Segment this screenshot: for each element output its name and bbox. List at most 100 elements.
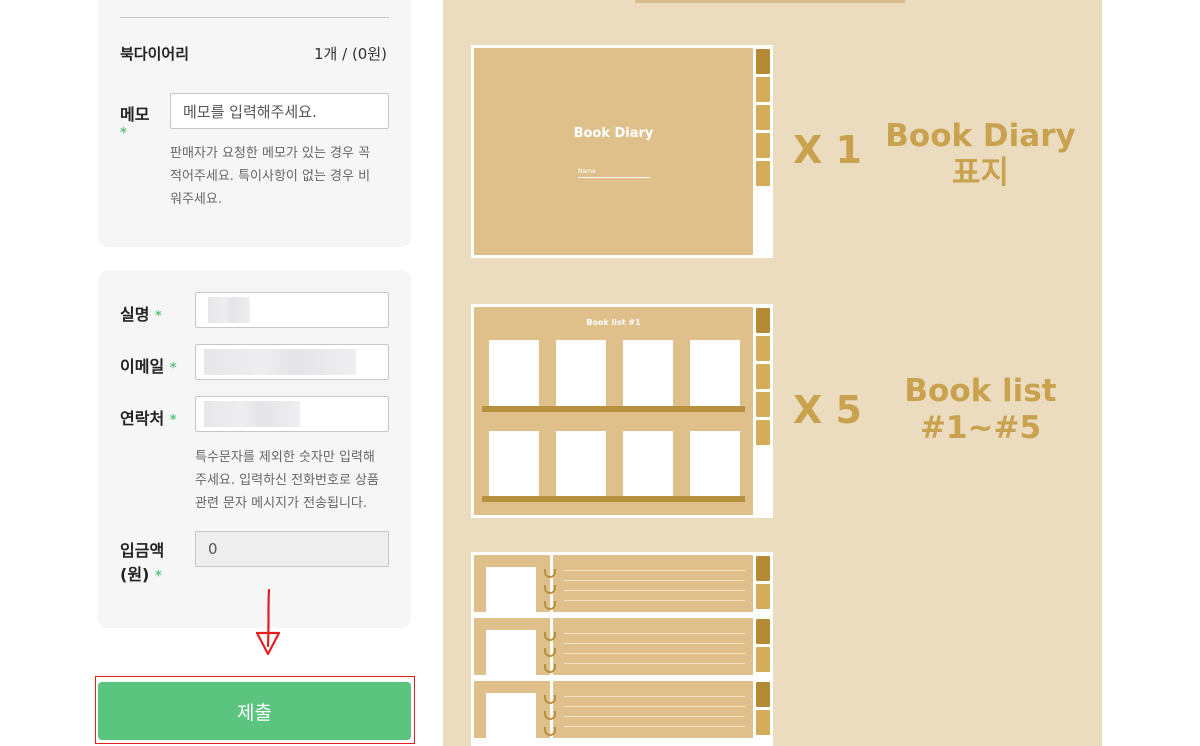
divider	[120, 17, 389, 18]
diary-row	[474, 618, 753, 675]
phone-help-line: 주세요. 입력하신 전화번호로 상품	[195, 473, 379, 488]
book-slot	[489, 340, 539, 406]
diary-line	[564, 663, 745, 664]
diary-photo-slot	[486, 693, 536, 738]
product-quantity: 1개 / (0원)	[314, 45, 387, 63]
email-required-mark: *	[169, 361, 177, 376]
cover-name-label: Name	[578, 168, 596, 175]
name-input[interactable]	[195, 292, 389, 328]
memo-input[interactable]: 메모를 입력해주세요.	[170, 93, 389, 129]
phone-input[interactable]	[195, 396, 389, 432]
diary-line	[564, 580, 745, 581]
redacted-value	[204, 401, 300, 427]
product-preview-image: Book Diary Name X 1 Book Diary 표지 Book l…	[443, 0, 1102, 746]
index-tab	[756, 49, 770, 74]
diary-photo-slot	[486, 630, 536, 675]
memo-help-line: 적어주세요. 특이사항이 없는 경우 비	[170, 169, 371, 184]
book-list-page-body: Book list #1	[474, 307, 753, 515]
book-slot	[623, 431, 673, 497]
cover-caption-line: 표지	[951, 155, 1010, 191]
index-tab	[756, 710, 770, 735]
memo-help-text: 판매자가 요청한 메모가 있는 경우 꼭 적어주세요. 특이사항이 없는 경우 …	[170, 142, 395, 211]
email-label: 이메일 *	[120, 353, 177, 377]
redacted-value	[204, 349, 356, 375]
book-slot	[556, 431, 606, 497]
diary-line	[564, 600, 745, 601]
product-name: 북다이어리	[120, 45, 190, 63]
binder-ring	[544, 727, 556, 736]
list-caption-line: Book list	[904, 373, 1057, 409]
index-tab	[756, 420, 770, 445]
memo-help-line: 워주세요.	[170, 192, 222, 207]
index-tab	[756, 308, 770, 333]
index-tab	[756, 556, 770, 581]
diary-pages-thumbnail	[471, 552, 773, 746]
index-tab	[756, 133, 770, 158]
binder-ring	[544, 648, 556, 657]
deposit-label: 입금액 (원) *	[120, 539, 164, 589]
top-strip	[635, 0, 905, 3]
order-summary-card: 북다이어리 1개 / (0원) 메모 * 메모를 입력해주세요. 판매자가 요청…	[98, 0, 411, 247]
index-tab	[756, 647, 770, 672]
memo-help-line: 판매자가 요청한 메모가 있는 경우 꼭	[170, 146, 371, 161]
phone-label: 연락처 *	[120, 405, 177, 429]
book-slot	[556, 340, 606, 406]
cover-name-line	[578, 177, 650, 178]
diary-photo-slot	[486, 567, 536, 612]
book-list-title: Book list #1	[586, 318, 641, 327]
contact-card: 실명 * 이메일 * 연락처 * 특수문자를 제외한 숫자만 입력해 주세요. …	[98, 270, 411, 628]
name-required-mark: *	[155, 309, 162, 324]
diary-line	[564, 706, 745, 707]
phone-help-line: 관련 문자 메시지가 전송됩니다.	[195, 496, 368, 511]
phone-label-text: 연락처	[120, 409, 165, 428]
phone-help-line: 특수문자를 제외한 숫자만 입력해	[195, 450, 375, 465]
diary-line	[564, 653, 745, 654]
email-input[interactable]	[195, 344, 389, 380]
diary-row	[474, 555, 753, 612]
index-tab	[756, 584, 770, 609]
red-down-arrow-icon	[255, 588, 281, 656]
deposit-amount-input: 0	[195, 531, 389, 567]
book-slot	[690, 340, 740, 406]
diary-line	[564, 590, 745, 591]
index-tab	[756, 77, 770, 102]
cover-title: Book Diary	[573, 126, 654, 141]
cover-caption-line: Book Diary	[885, 118, 1076, 154]
diary-line	[564, 633, 745, 634]
email-label-text: 이메일	[120, 357, 165, 376]
name-label-text: 실명	[120, 305, 150, 324]
book-list-page-thumbnail: Book list #1	[471, 304, 773, 518]
diary-line	[564, 570, 745, 571]
book-slot	[690, 431, 740, 497]
memo-label-text: 메모	[120, 105, 150, 124]
diary-line	[564, 726, 745, 727]
binder-ring	[544, 695, 556, 704]
binder-ring	[544, 601, 556, 610]
cover-page-body: Book Diary Name	[474, 48, 753, 255]
cover-multiplier: X 1	[793, 128, 862, 172]
diary-line	[564, 696, 745, 697]
index-tab	[756, 336, 770, 361]
list-caption-line: #1~#5	[919, 410, 1042, 446]
phone-help-text: 특수문자를 제외한 숫자만 입력해 주세요. 입력하신 전화번호로 상품 관련 …	[195, 446, 405, 515]
memo-required-mark: *	[120, 126, 127, 141]
submit-button[interactable]: 제출	[98, 682, 411, 740]
index-tab	[756, 364, 770, 389]
binder-ring	[544, 711, 556, 720]
index-tab	[756, 392, 770, 417]
index-tab	[756, 161, 770, 186]
name-label: 실명 *	[120, 301, 162, 325]
deposit-label-line: (원)	[120, 565, 150, 584]
diary-row	[474, 681, 753, 738]
index-tab	[756, 682, 770, 707]
list-caption: Book list #1~#5	[883, 373, 1078, 447]
memo-label: 메모	[120, 101, 149, 125]
list-multiplier: X 5	[793, 388, 862, 432]
book-slot	[623, 340, 673, 406]
diary-line	[564, 716, 745, 717]
binder-ring	[544, 569, 556, 578]
index-tab	[756, 105, 770, 130]
shelf	[482, 406, 745, 412]
diary-line	[564, 643, 745, 644]
deposit-label-line: 입금액	[120, 541, 165, 560]
